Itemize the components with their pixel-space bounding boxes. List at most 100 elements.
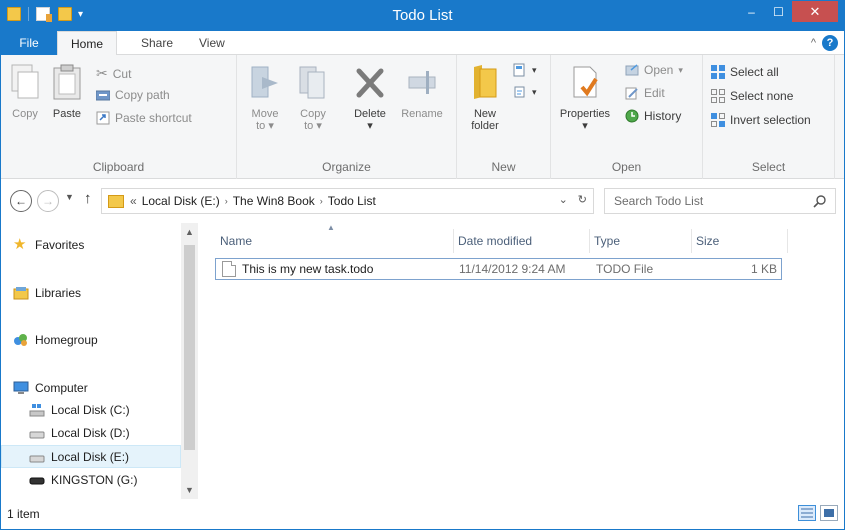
large-icons-view-button[interactable] xyxy=(820,505,838,521)
forward-button[interactable]: → xyxy=(37,190,59,212)
open-dropdown-icon[interactable]: ▾ xyxy=(678,65,683,76)
new-group-label: New xyxy=(491,160,516,174)
nav-favorites[interactable]: ★ Favorites xyxy=(1,234,181,256)
edit-button[interactable]: Edit xyxy=(625,86,665,100)
hard-drive-icon xyxy=(29,455,45,462)
edit-label: Edit xyxy=(644,86,665,100)
nav-homegroup[interactable]: Homegroup xyxy=(1,329,181,351)
nav-libraries[interactable]: Libraries xyxy=(1,282,181,304)
navigation-pane: ★ Favorites Libraries Homegroup Computer… xyxy=(1,223,198,499)
search-input[interactable]: Search Todo List xyxy=(604,188,836,214)
nav-drive-g-label: KINGSTON (G:) xyxy=(51,473,138,487)
new-folder-label-2: folder xyxy=(471,120,499,132)
new-item-button[interactable]: ▾ xyxy=(513,63,537,77)
close-button[interactable]: ✕ xyxy=(792,1,838,22)
column-header-date-modified[interactable]: Date modified xyxy=(454,229,590,253)
copy-button[interactable]: Copy xyxy=(7,63,43,120)
table-row[interactable]: This is my new task.todo 11/14/2012 9:24… xyxy=(215,258,782,280)
new-item-dropdown-icon[interactable]: ▾ xyxy=(532,65,537,76)
breadcrumb-win8-book[interactable]: The Win8 Book xyxy=(233,194,315,208)
delete-dropdown-icon[interactable]: ▾ xyxy=(347,120,393,132)
history-button[interactable]: History xyxy=(625,109,681,123)
details-view-button[interactable] xyxy=(798,505,816,521)
move-to-label-2-text: to xyxy=(256,120,266,132)
paste-label: Paste xyxy=(52,108,82,120)
file-date-modified: 11/14/2012 9:24 AM xyxy=(459,262,566,276)
new-folder-icon xyxy=(474,65,497,99)
nav-pane-scrollbar[interactable]: ▲ ▼ xyxy=(181,223,198,499)
refresh-icon[interactable]: ↻ xyxy=(578,193,587,206)
file-list: ▲ Name Date modified Type Size This is m… xyxy=(198,223,844,499)
paste-button[interactable]: Paste xyxy=(47,63,87,120)
cut-button[interactable]: ✂ Cut xyxy=(96,65,131,82)
nav-drive-g[interactable]: KINGSTON (G:) xyxy=(1,469,181,491)
breadcrumb-local-disk-e[interactable]: Local Disk (E:) xyxy=(142,194,220,208)
up-arrow-icon[interactable]: ↑ xyxy=(84,190,92,207)
file-size: 1 KB xyxy=(750,262,777,276)
move-to-icon xyxy=(251,66,278,98)
hard-drive-icon xyxy=(29,431,45,439)
nav-drive-d[interactable]: Local Disk (D:) xyxy=(1,422,181,444)
delete-button[interactable]: Delete ▾ xyxy=(347,63,393,132)
window-controls: – ☐ ✕ xyxy=(738,1,838,22)
address-overflow-icon[interactable]: « xyxy=(130,194,137,208)
copy-path-label: Copy path xyxy=(115,88,170,102)
column-header-name[interactable]: Name xyxy=(216,229,454,253)
move-to-label-2: to ▾ xyxy=(256,120,274,132)
column-header-size[interactable]: Size xyxy=(692,229,788,253)
scrollbar-thumb[interactable] xyxy=(184,245,195,450)
breadcrumb-separator-icon[interactable]: › xyxy=(320,196,323,206)
select-all-label: Select all xyxy=(730,65,779,79)
copy-icon xyxy=(11,64,39,99)
copy-to-button[interactable]: Copy to ▾ xyxy=(293,63,333,132)
scroll-down-icon[interactable]: ▼ xyxy=(181,485,198,495)
nav-drive-e[interactable]: Local Disk (E:) xyxy=(1,445,181,468)
address-history-dropdown-icon[interactable]: ⌄ xyxy=(559,193,568,206)
clipboard-group: Copy Paste ✂ Cut Copy path Paste shortcu… xyxy=(1,55,237,179)
select-none-button[interactable]: Select none xyxy=(711,89,793,103)
ribbon: Copy Paste ✂ Cut Copy path Paste shortcu… xyxy=(1,55,844,179)
copy-path-button[interactable]: Copy path xyxy=(96,88,170,102)
tab-file[interactable]: File xyxy=(1,31,57,55)
paste-shortcut-button[interactable]: Paste shortcut xyxy=(96,111,192,125)
tab-view[interactable]: View xyxy=(185,31,239,55)
new-folder-button[interactable]: New folder xyxy=(463,63,507,132)
star-icon: ★ xyxy=(13,236,27,253)
open-label: Open xyxy=(644,63,674,77)
tab-share[interactable]: Share xyxy=(127,31,187,55)
select-group: Select all Select none Invert selection … xyxy=(703,55,835,179)
address-bar[interactable]: « Local Disk (E:) › The Win8 Book › Todo… xyxy=(101,188,594,214)
nav-drive-c[interactable]: Local Disk (C:) xyxy=(1,399,181,421)
move-to-button[interactable]: Move to ▾ xyxy=(245,63,285,132)
nav-libraries-label: Libraries xyxy=(35,286,82,300)
help-icon[interactable]: ? xyxy=(822,35,838,51)
tab-home[interactable]: Home xyxy=(57,31,117,56)
open-button[interactable]: Open ▾ xyxy=(625,63,683,77)
invert-selection-button[interactable]: Invert selection xyxy=(711,113,811,127)
maximize-button[interactable]: ☐ xyxy=(765,1,792,22)
minimize-button[interactable]: – xyxy=(738,1,765,22)
new-item-icon xyxy=(513,63,525,77)
easy-access-button[interactable]: ▾ xyxy=(513,85,537,99)
window-title: Todo List xyxy=(392,7,453,24)
properties-button[interactable]: Properties ▾ xyxy=(557,63,613,132)
edit-icon xyxy=(625,87,638,100)
easy-access-dropdown-icon[interactable]: ▾ xyxy=(532,87,537,98)
select-all-button[interactable]: Select all xyxy=(711,65,779,79)
clipboard-group-label: Clipboard xyxy=(92,160,145,174)
rename-button[interactable]: Rename xyxy=(397,63,447,120)
column-header-type[interactable]: Type xyxy=(590,229,692,253)
nav-computer[interactable]: Computer xyxy=(1,377,181,399)
properties-dropdown-icon[interactable]: ▾ xyxy=(557,120,613,132)
rename-label: Rename xyxy=(401,108,443,120)
breadcrumb-separator-icon[interactable]: › xyxy=(225,196,228,206)
ribbon-tabs: File Home Share View ^ ? xyxy=(1,31,844,56)
organize-group: Move to ▾ Copy to ▾ Delete ▾ Rename Orga… xyxy=(237,55,457,179)
properties-label: Properties xyxy=(559,108,611,120)
collapse-ribbon-icon[interactable]: ^ xyxy=(811,37,816,49)
scroll-up-icon[interactable]: ▲ xyxy=(181,227,198,237)
recent-locations-dropdown-icon[interactable]: ▼ xyxy=(65,192,74,202)
help-area: ^ ? xyxy=(811,35,838,51)
back-button[interactable]: ← xyxy=(10,190,32,212)
breadcrumb-todo-list[interactable]: Todo List xyxy=(328,194,376,208)
